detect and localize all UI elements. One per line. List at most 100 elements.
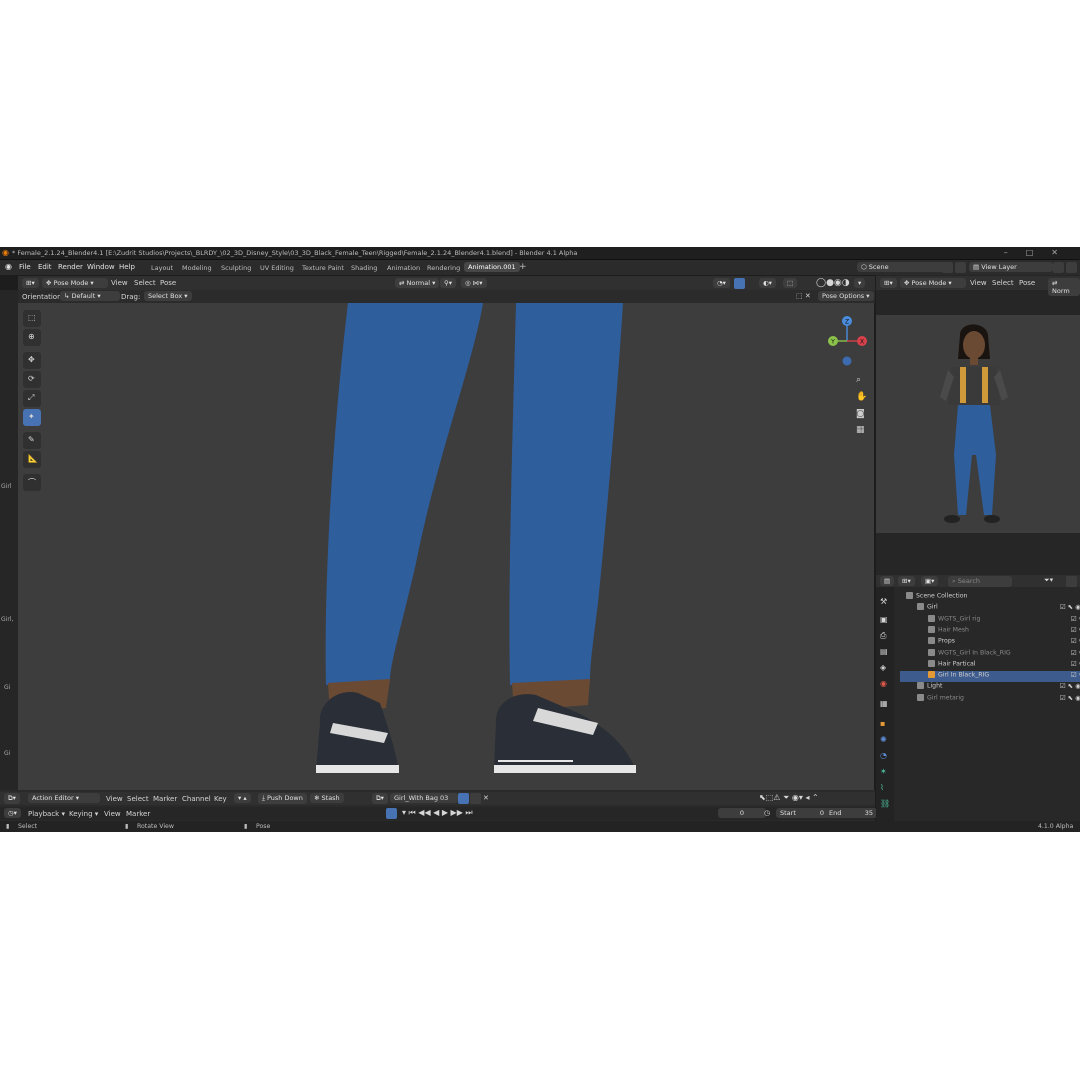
constraint-tab-icon[interactable]: ⛓ <box>880 799 890 808</box>
camera-preview-viewport[interactable] <box>876 315 1080 533</box>
filter-icons[interactable]: ⬉⬚⚠ ⏷ ◉▾ ◂ ⌃ <box>759 793 819 803</box>
window-controls[interactable]: –□✕ <box>1004 248 1076 257</box>
visibility-toggles-icon[interactable]: ☑ ⬉ ◉ ▭ <box>1060 603 1080 611</box>
display-mode-dropdown[interactable]: ⊞▾ <box>898 576 915 586</box>
viewport-menu-pose[interactable]: Pose <box>160 279 176 287</box>
visibility-toggles-icon[interactable]: ☑ ⬉ ◉ ▭ <box>1071 649 1080 657</box>
ae-menu-key[interactable]: Key <box>214 795 227 803</box>
preview-mode-dropdown[interactable]: ✥ Pose Mode ▾ <box>900 278 966 288</box>
tab-sculpting[interactable]: Sculpting <box>221 264 251 272</box>
tab-texture-paint[interactable]: Texture Paint <box>302 264 344 272</box>
modifier-tab-icon[interactable]: ✺ <box>880 735 887 744</box>
blender-menu-icon[interactable]: ◉ <box>5 262 12 271</box>
physics-tab-icon[interactable]: ◔ <box>880 751 887 760</box>
delete-scene-button[interactable] <box>955 262 966 273</box>
preview-editor-type[interactable]: ⊞▾ <box>880 278 897 288</box>
3d-viewport[interactable]: Z Y X ⌕ ✋ ◙ ▦ <box>18 303 874 790</box>
unlink-action-icon[interactable]: ✕ <box>483 794 489 802</box>
ae-menu-channel[interactable]: Channel <box>182 795 211 803</box>
xray-toggle[interactable]: ⬚ <box>783 278 798 288</box>
outliner-item[interactable]: Props ☑ ⬉ ◉ ▭ <box>900 637 1080 648</box>
output-tab-icon[interactable]: ⎙ <box>880 631 886 641</box>
action-editor-mode-dropdown[interactable]: Action Editor ▾ <box>28 793 100 803</box>
outliner-item[interactable]: Light ☑ ⬉ ◉ ▭ <box>900 682 1080 693</box>
view-layer-tab-icon[interactable]: ▤ <box>880 647 888 656</box>
scene-selector[interactable]: ⬡ Scene <box>857 262 945 272</box>
dopesheet-editor-type[interactable]: ⧉▾ <box>4 793 20 804</box>
action-name-field[interactable]: Girl_With Bag 03 <box>390 793 458 803</box>
tab-animation-001[interactable]: Animation.001 <box>464 262 520 272</box>
preview-menu-view[interactable]: View <box>970 279 987 287</box>
outliner-item[interactable]: Scene Collection <box>900 592 1080 603</box>
visibility-toggles-icon[interactable]: ☑ ⬉ ◉ ▭ <box>1071 637 1080 645</box>
fake-user-button[interactable] <box>458 793 469 804</box>
delete-view-layer-button[interactable] <box>1066 262 1077 273</box>
zoom-icon[interactable]: ⌕ <box>856 375 861 385</box>
editor-type-dropdown[interactable]: ⊞▾ <box>22 278 39 288</box>
overlays-dropdown[interactable]: ◐▾ <box>759 278 776 288</box>
gizmo-toggle[interactable] <box>734 278 745 289</box>
preview-range-icon[interactable]: ◷ <box>764 809 770 817</box>
rotate-tool[interactable]: ⟳ <box>23 371 41 388</box>
ae-menu-marker[interactable]: Marker <box>153 795 177 803</box>
render-tab-icon[interactable]: ▣ <box>880 615 888 624</box>
relax-pose-tool[interactable]: ⌒ <box>23 474 41 491</box>
tab-rendering[interactable]: Rendering <box>427 264 460 272</box>
camera-view-icon[interactable]: ◙ <box>856 409 865 419</box>
visibility-dropdown[interactable]: ◔▾ <box>713 278 730 288</box>
new-scene-button[interactable] <box>942 262 953 273</box>
collection-tab-icon[interactable]: ▦ <box>880 699 888 708</box>
preview-orientation[interactable]: ⇄ Norm <box>1048 278 1080 296</box>
shading-modes[interactable]: ◯●◉◑ <box>816 278 850 288</box>
visibility-toggles-icon[interactable]: ☑ ⬉ ◉ ▭ <box>1071 626 1080 634</box>
viewport-menu-select[interactable]: Select <box>134 279 156 287</box>
outliner-filter-icon[interactable]: ⏷▾ <box>1044 576 1053 585</box>
outliner-item[interactable]: WGTS_Girl rig ☑ ⬉ ◉ ▭ <box>900 614 1080 626</box>
collapse-icon[interactable]: ⬚ ✕ <box>796 292 811 300</box>
tab-shading[interactable]: Shading <box>351 264 377 272</box>
menu-help[interactable]: Help <box>119 263 135 271</box>
outliner-item[interactable]: Girl metarig ☑ ⬉ ◉ ▭ <box>900 693 1080 705</box>
measure-tool[interactable]: 📐 <box>23 451 41 468</box>
transform-tool[interactable]: ✦ <box>23 409 41 426</box>
tab-modeling[interactable]: Modeling <box>182 264 212 272</box>
outliner-item[interactable]: Girl ☑ ⬉ ◉ ▭ <box>900 603 1080 614</box>
outliner-item[interactable]: WGTS_Girl In Black_RIG ☑ ⬉ ◉ ▭ <box>900 648 1080 660</box>
outliner-item[interactable]: Hair Partical ☑ ⬉ ◉ ▭ <box>900 659 1080 671</box>
add-workspace-button[interactable]: + <box>519 262 527 272</box>
cursor-tool[interactable]: ⊕ <box>23 329 41 346</box>
shading-dropdown[interactable]: ▾ <box>854 278 866 288</box>
timeline-menu-marker[interactable]: Marker <box>126 810 150 818</box>
start-frame-field[interactable]: Start 0 <box>776 808 828 818</box>
menu-edit[interactable]: Edit <box>38 263 52 271</box>
visibility-toggles-icon[interactable]: ☑ ⬉ ◉ ▭ <box>1071 671 1080 679</box>
pose-options-dropdown[interactable]: Pose Options ▾ <box>818 291 874 301</box>
orientation-dropdown[interactable]: ↳ Default ▾ <box>60 291 120 301</box>
tab-uv-editing[interactable]: UV Editing <box>260 264 294 272</box>
pan-hand-icon[interactable]: ✋ <box>856 392 867 402</box>
world-tab-icon[interactable]: ◉ <box>880 679 887 688</box>
annotate-tool[interactable]: ✎ <box>23 432 41 449</box>
ae-menu-select[interactable]: Select <box>127 795 149 803</box>
filter-dropdown[interactable]: ▣▾ <box>921 576 939 586</box>
preview-menu-pose[interactable]: Pose <box>1019 279 1035 287</box>
auto-keying-toggle[interactable] <box>386 808 397 819</box>
tab-layout[interactable]: Layout <box>151 264 173 272</box>
ae-menu-view[interactable]: View <box>106 795 123 803</box>
outliner-editor-type[interactable]: ▤ <box>880 576 895 586</box>
outliner-item[interactable]: Girl In Black_RIG ☑ ⬉ ◉ ▭ <box>900 671 1080 683</box>
viewport-menu-view[interactable]: View <box>111 279 128 287</box>
menu-keying[interactable]: Keying ▾ <box>69 810 98 818</box>
menu-window[interactable]: Window <box>87 263 115 271</box>
gizmo-neg-z[interactable] <box>842 356 852 366</box>
stash-button[interactable]: ❄ Stash <box>310 793 344 803</box>
tool-tab-icon[interactable]: ⚒ <box>880 597 887 606</box>
view-layer-selector[interactable]: ▤ View Layer <box>969 262 1053 272</box>
scale-tool[interactable]: ⤢ <box>23 390 41 407</box>
new-collection-button[interactable] <box>1066 576 1077 587</box>
perspective-grid-icon[interactable]: ▦ <box>856 425 865 435</box>
visibility-toggles-icon[interactable]: ☑ ⬉ ◉ ▭ <box>1060 682 1080 690</box>
object-tab-icon[interactable]: ▪ <box>880 719 885 728</box>
armature-tab-icon[interactable]: ✶ <box>880 767 887 776</box>
duplicate-action-button[interactable] <box>470 793 481 804</box>
